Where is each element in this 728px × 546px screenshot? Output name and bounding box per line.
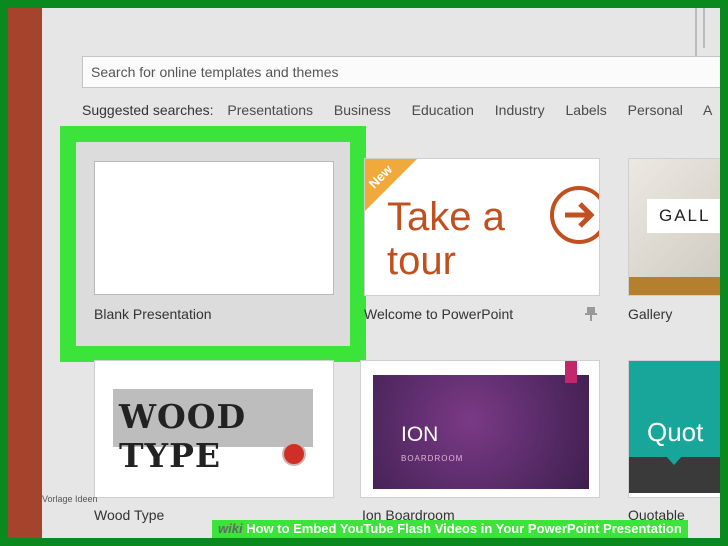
search-placeholder: Search for online templates and themes [91, 64, 339, 80]
ion-thumb-title: ION [401, 423, 439, 446]
blank-presentation-caption: Blank Presentation [94, 306, 212, 322]
circle-dot-icon [282, 442, 306, 466]
tour-caption: Welcome to PowerPoint [364, 306, 514, 322]
suggest-link-personal[interactable]: Personal [628, 102, 683, 118]
gallery-caption: Gallery [628, 306, 673, 322]
quotable-thumb-text: Quot [647, 417, 704, 447]
search-input[interactable]: Search for online templates and themes [82, 56, 720, 88]
suggest-link-labels[interactable]: Labels [566, 102, 607, 118]
speech-tail-icon [665, 455, 683, 465]
quotable-template-thumb[interactable]: Quot [628, 360, 720, 498]
app-window: Search for online templates and themes S… [8, 8, 720, 538]
pin-icon[interactable] [584, 306, 598, 322]
ion-boardroom-template-thumb[interactable]: ION BOARDROOM [360, 360, 600, 498]
ion-thumb-subtitle: BOARDROOM [401, 454, 464, 463]
blank-presentation-thumb[interactable] [94, 161, 334, 295]
suggested-label: Suggested searches: [82, 102, 214, 118]
tour-title: Take a tour [387, 195, 505, 283]
suggest-link-presentations[interactable]: Presentations [227, 102, 313, 118]
suggest-link-education[interactable]: Education [412, 102, 474, 118]
wikihow-footer: wiki How to Embed YouTube Flash Videos i… [212, 520, 688, 538]
footer-title: How to Embed YouTube Flash Videos in You… [246, 521, 682, 536]
suggest-link-more[interactable]: A [703, 102, 712, 118]
wood-type-caption: Wood Type [94, 507, 165, 523]
tour-template-thumb[interactable]: New Take a tour [364, 158, 600, 296]
left-sidebar [8, 8, 42, 538]
suggested-searches: Suggested searches: Presentations Busine… [82, 102, 720, 118]
wood-type-template-thumb[interactable]: WOOD TYPE [94, 360, 334, 498]
gallery-template-thumb[interactable]: GALL [628, 158, 720, 296]
suggest-link-business[interactable]: Business [334, 102, 391, 118]
gallery-thumb-text: GALL [659, 206, 711, 225]
arrow-circle-icon [550, 186, 599, 244]
suggest-link-industry[interactable]: Industry [495, 102, 545, 118]
watermark: Vorlage Ideen [42, 494, 98, 504]
wiki-label: wiki [218, 521, 243, 536]
